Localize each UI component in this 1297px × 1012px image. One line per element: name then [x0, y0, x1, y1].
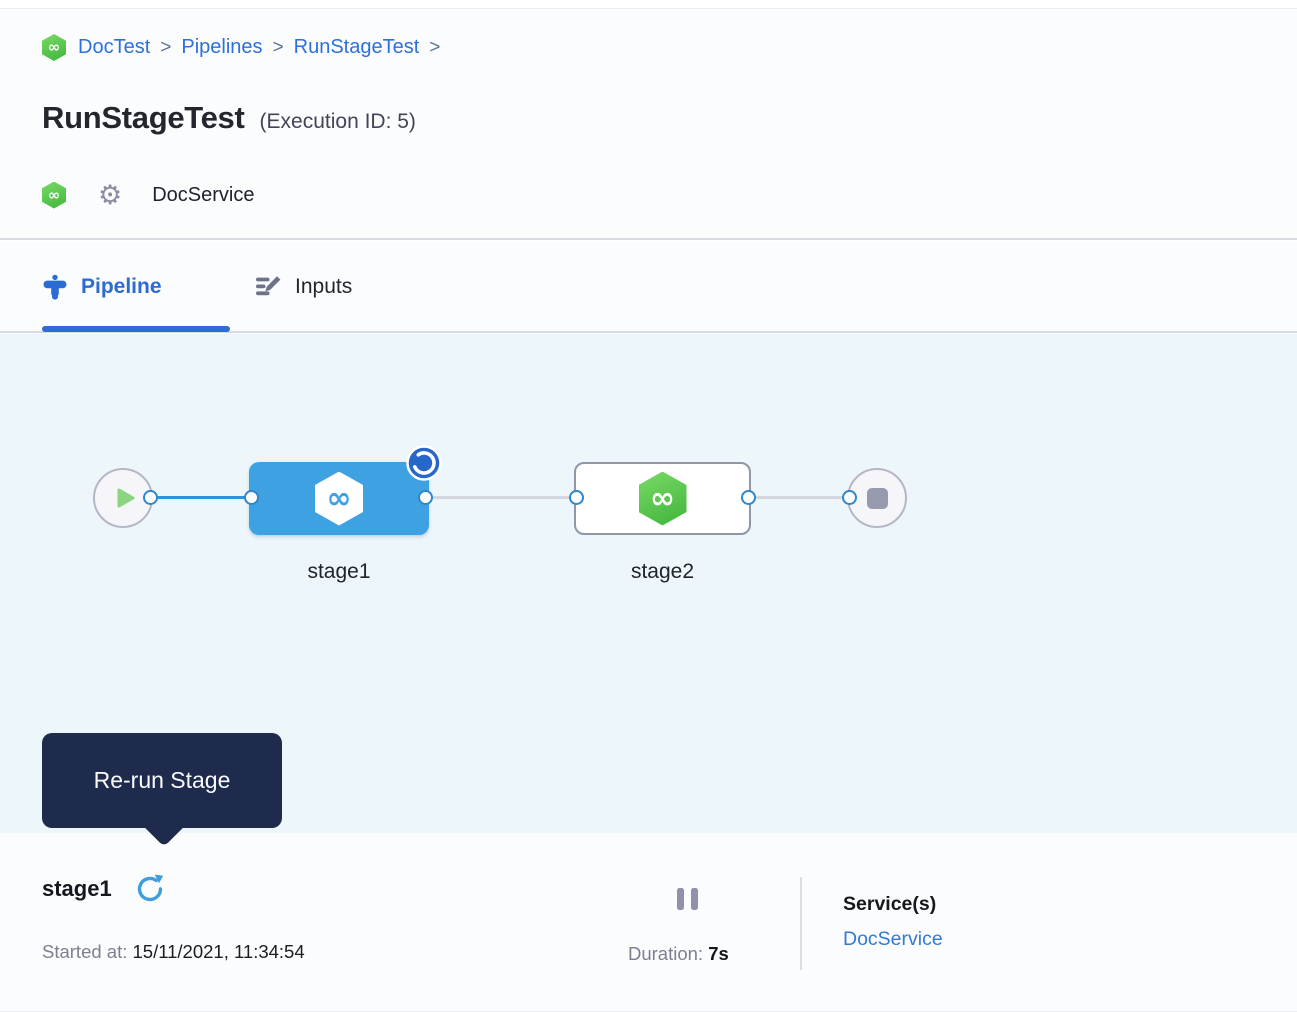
view-tabbar: Pipeline Inputs: [0, 242, 1297, 333]
pause-button[interactable]: [677, 888, 698, 910]
tab-pipeline[interactable]: Pipeline: [42, 242, 230, 331]
service-link[interactable]: DocService: [843, 928, 943, 951]
rerun-stage-tooltip: Re-run Stage: [42, 733, 282, 828]
stage-label-stage1: stage1: [249, 560, 429, 584]
page-title: RunStageTest: [42, 100, 245, 136]
running-spinner-icon: [406, 445, 442, 481]
service-name-label: DocService: [152, 184, 254, 207]
services-label: Service(s): [843, 893, 936, 916]
started-at-label: Started at:: [42, 941, 127, 962]
window-top-strip: [0, 0, 1297, 9]
started-at-value: 15/11/2021, 11:34:54: [133, 941, 305, 962]
cd-module-icon: ∞: [42, 182, 66, 209]
duration-value: 7s: [708, 943, 729, 964]
rerun-stage-button[interactable]: [134, 873, 166, 905]
infinity-icon: ∞: [48, 188, 61, 203]
tab-inputs[interactable]: Inputs: [255, 242, 395, 331]
tab-pipeline-label: Pipeline: [81, 275, 162, 299]
stage-node-stage1[interactable]: ∞: [249, 462, 429, 535]
stage-label-stage2: stage2: [574, 560, 751, 584]
port-start-out: [143, 490, 158, 505]
edge-stage1-stage2: [425, 496, 577, 499]
execution-footer: stage1 Started at: 15/11/2021, 11:34:54: [0, 833, 1297, 1012]
edge-start-stage1: [150, 496, 252, 499]
execution-header: ∞ DocTest > Pipelines > RunStageTest > R…: [0, 10, 1297, 240]
footer-stage-row: stage1: [42, 873, 166, 905]
infinity-icon: ∞: [650, 484, 675, 514]
duration: Duration: 7s: [628, 943, 729, 965]
pipeline-execution-page: ∞ DocTest > Pipelines > RunStageTest > R…: [0, 0, 1297, 1012]
port-stage2-in: [569, 490, 584, 505]
title-row: RunStageTest (Execution ID: 5): [42, 100, 416, 136]
harness-stage-icon: ∞: [639, 472, 687, 526]
port-stage1-out: [418, 490, 433, 505]
tooltip-label: Re-run Stage: [94, 767, 231, 794]
pipeline-icon: [42, 274, 68, 300]
execution-id-label: (Execution ID: 5): [260, 110, 416, 134]
infinity-icon: ∞: [48, 40, 61, 55]
execution-controls: [677, 888, 727, 910]
port-end-in: [842, 490, 857, 505]
tab-inputs-label: Inputs: [295, 275, 352, 299]
gear-icon[interactable]: ⚙: [98, 182, 122, 209]
breadcrumb-link-pipeline[interactable]: RunStageTest: [294, 36, 420, 59]
inputs-icon: [255, 273, 282, 300]
infinity-icon: ∞: [327, 484, 352, 514]
active-tab-indicator: [42, 326, 230, 332]
stop-icon: [867, 488, 888, 509]
footer-stage-name: stage1: [42, 876, 112, 902]
chevron-right-icon: >: [429, 37, 440, 59]
play-icon: [114, 487, 136, 509]
breadcrumb: ∞ DocTest > Pipelines > RunStageTest >: [42, 34, 450, 61]
chevron-right-icon: >: [160, 37, 171, 59]
harness-cd-icon: ∞: [42, 34, 66, 61]
pipeline-meta-row: ∞ ⚙ DocService: [42, 175, 254, 215]
stage-node-stage2[interactable]: ∞: [574, 462, 751, 535]
footer-divider: [800, 877, 802, 970]
breadcrumb-link-project[interactable]: DocTest: [78, 36, 150, 59]
chevron-right-icon: >: [273, 37, 284, 59]
port-stage1-in: [244, 490, 259, 505]
edge-stage2-end: [748, 496, 850, 499]
duration-label: Duration:: [628, 943, 703, 964]
breadcrumb-link-pipelines[interactable]: Pipelines: [181, 36, 262, 59]
port-stage2-out: [741, 490, 756, 505]
started-at: Started at: 15/11/2021, 11:34:54: [42, 941, 305, 963]
pause-icon: [677, 888, 684, 910]
harness-stage-icon: ∞: [315, 472, 363, 526]
